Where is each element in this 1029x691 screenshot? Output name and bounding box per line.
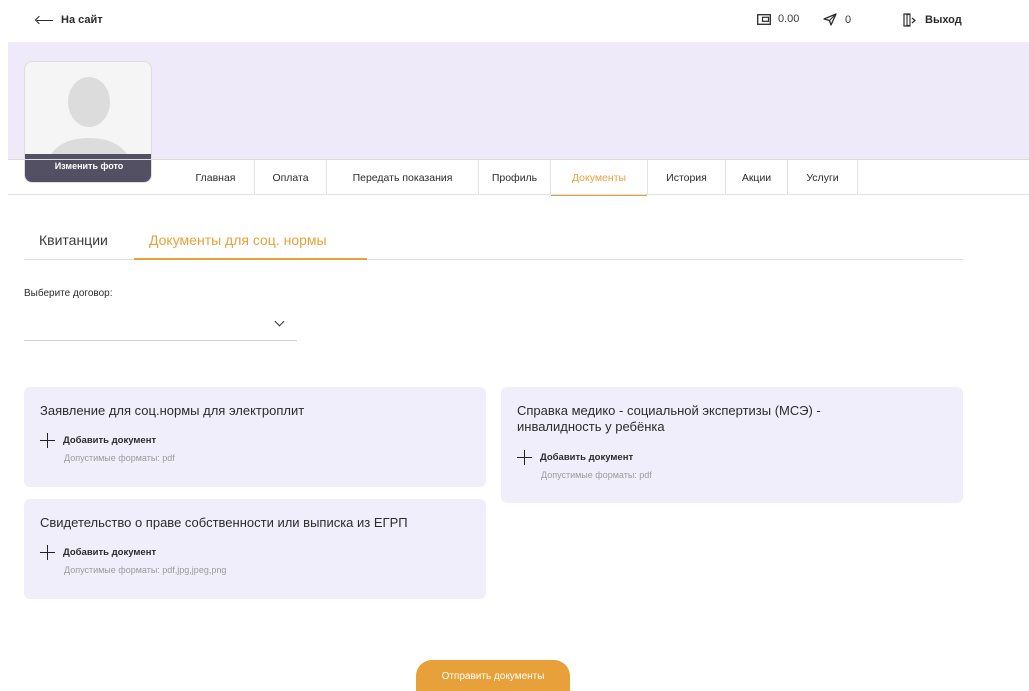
add-document-button[interactable]: Добавить документ (517, 450, 633, 465)
document-card-title: Справка медико - социальной экспертизы (… (517, 403, 821, 434)
allowed-formats: Допустимые форматы: pdf (541, 470, 652, 480)
plus-icon (517, 450, 532, 465)
balance-value: 0.00 (778, 13, 800, 25)
nav-item-services[interactable]: Услуги (788, 160, 858, 195)
messages-indicator[interactable]: 0 (823, 13, 851, 26)
nav-bottom-divider (8, 194, 1029, 195)
messages-count: 0 (845, 13, 852, 26)
document-card-ownership-certificate: Свидетельство о праве собственности или … (24, 499, 486, 599)
paper-plane-icon (823, 13, 837, 26)
top-bar: На сайт 0.00 0 Выход (0, 0, 1029, 42)
add-document-button[interactable]: Добавить документ (40, 433, 156, 448)
nav-item-payment[interactable]: Оплата (255, 160, 327, 195)
document-card-title: Свидетельство о праве собственности или … (40, 515, 408, 530)
allowed-formats: Допустимые форматы: pdf (64, 453, 175, 463)
balance-indicator[interactable]: 0.00 (757, 13, 799, 25)
arrow-left-icon (35, 15, 53, 25)
logout-icon (903, 13, 916, 27)
document-card-title: Заявление для соц.нормы для электроплит (40, 403, 305, 418)
profile-banner (8, 42, 1029, 159)
nav-item-meter-readings[interactable]: Передать показания (327, 160, 479, 195)
plus-icon (40, 433, 55, 448)
chevron-down-icon (274, 316, 285, 327)
back-to-site-label: На сайт (61, 14, 103, 26)
nav-item-profile[interactable]: Профиль (479, 160, 551, 195)
logout-label: Выход (925, 14, 962, 26)
nav-item-promotions[interactable]: Акции (726, 160, 788, 195)
tab-receipts[interactable]: Квитанции (39, 232, 108, 248)
document-card-electric-stove: Заявление для соц.нормы для электроплит … (24, 387, 486, 487)
allowed-formats: Допустимые форматы: pdf,jpg,jpeg,png (64, 565, 227, 575)
nav-item-main[interactable]: Главная (177, 160, 255, 195)
tab-social-norm-documents[interactable]: Документы для соц. нормы (134, 232, 367, 260)
add-document-button[interactable]: Добавить документ (40, 545, 156, 560)
main-nav: Главная Оплата Передать показания Профил… (177, 160, 858, 196)
avatar: Изменить фото (24, 61, 152, 183)
contract-select-label: Выберите договор: (24, 288, 113, 299)
nav-item-history[interactable]: История (648, 160, 726, 195)
back-to-site-link[interactable]: На сайт (35, 14, 103, 26)
nav-item-documents[interactable]: Документы (551, 160, 648, 196)
submit-documents-button[interactable]: Отправить документы (416, 660, 570, 691)
add-document-label: Добавить документ (540, 452, 634, 463)
contract-select[interactable] (24, 312, 297, 341)
plus-icon (40, 545, 55, 560)
document-card-mse-certificate: Справка медико - социальной экспертизы (… (501, 387, 963, 503)
add-document-label: Добавить документ (63, 547, 157, 558)
logout-button[interactable]: Выход (903, 13, 962, 27)
wallet-icon (757, 13, 771, 25)
add-document-label: Добавить документ (63, 435, 157, 446)
document-subtabs: Квитанции Документы для соц. нормы (24, 222, 963, 260)
